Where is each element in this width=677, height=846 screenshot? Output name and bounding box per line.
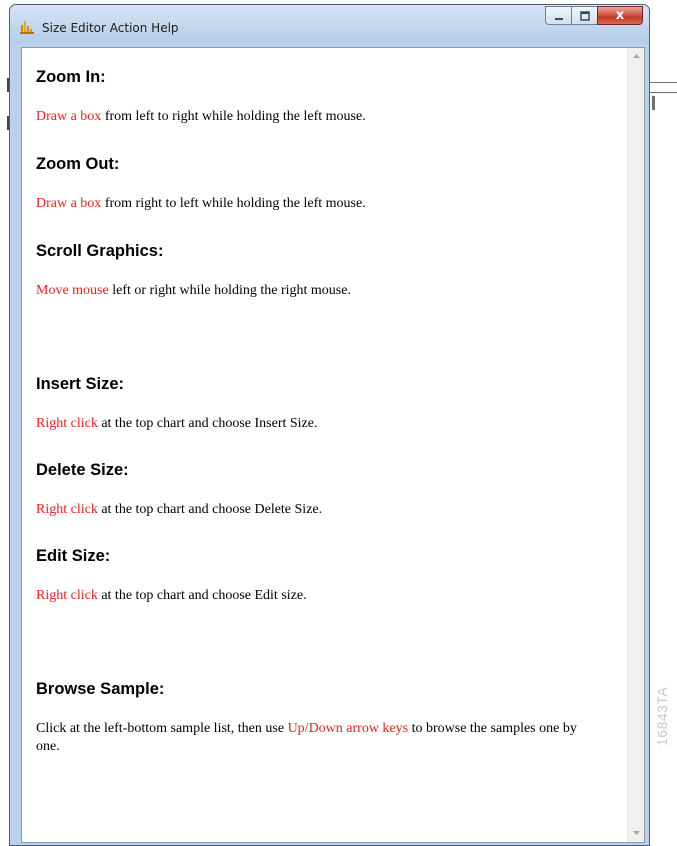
chevron-down-icon <box>632 831 640 835</box>
chart-app-icon <box>20 21 34 34</box>
action-description: at the top chart and choose Edit size. <box>97 588 307 603</box>
section-heading: Browse Sample: <box>36 680 165 698</box>
section-zoom-out: Zoom Out: Draw a box from right to left … <box>36 155 366 213</box>
section-text: Draw a box from right to left while hold… <box>36 195 366 213</box>
scroll-up-button[interactable] <box>628 48 644 65</box>
section-insert-size: Insert Size: Right click at the top char… <box>36 375 317 433</box>
help-window: Size Editor Action Help x Zoom In: Draw … <box>9 4 650 846</box>
section-heading: Zoom In: <box>36 68 106 86</box>
minimize-icon <box>554 17 563 20</box>
section-edit-size: Edit Size: Right click at the top chart … <box>36 547 307 605</box>
title-bar[interactable]: Size Editor Action Help x <box>10 5 649 43</box>
action-highlight: Draw a box <box>36 109 102 124</box>
section-text: Draw a box from left to right while hold… <box>36 108 366 126</box>
section-heading: Scroll Graphics: <box>36 242 164 260</box>
action-highlight: Right click <box>36 502 98 517</box>
section-scroll-graphics: Scroll Graphics: Move mouse left or righ… <box>36 242 351 300</box>
section-text: Right click at the top chart and choose … <box>36 415 317 433</box>
section-text: Click at the left-bottom sample list, th… <box>36 720 596 756</box>
action-description: from left to right while holding the lef… <box>101 109 366 124</box>
scroll-down-button[interactable] <box>628 825 644 842</box>
maximize-icon <box>579 10 590 21</box>
figure-id-watermark: 16843TA <box>654 686 670 746</box>
action-highlight: Draw a box <box>36 196 102 211</box>
section-text: Move mouse left or right while holding t… <box>36 282 351 300</box>
action-highlight: Right click <box>36 588 98 603</box>
section-browse-sample: Browse Sample: Click at the left-bottom … <box>36 680 596 756</box>
section-heading: Zoom Out: <box>36 155 120 173</box>
action-highlight: Move mouse <box>36 283 109 298</box>
close-button[interactable]: x <box>597 6 643 25</box>
section-zoom-in: Zoom In: Draw a box from left to right w… <box>36 68 366 126</box>
close-icon: x <box>615 8 625 23</box>
action-highlight: Up/Down arrow keys <box>287 721 409 736</box>
window-title: Size Editor Action Help <box>42 21 179 35</box>
chevron-up-icon <box>632 54 640 58</box>
help-content-pane[interactable]: Zoom In: Draw a box from left to right w… <box>21 47 645 843</box>
maximize-button[interactable] <box>571 6 597 25</box>
section-heading: Edit Size: <box>36 547 111 565</box>
action-description: from right to left while holding the lef… <box>101 196 366 211</box>
section-text: Right click at the top chart and choose … <box>36 587 307 605</box>
action-description: at the top chart and choose Delete Size. <box>97 502 323 517</box>
action-description: Click at the left-bottom sample list, th… <box>36 721 288 736</box>
section-delete-size: Delete Size: Right click at the top char… <box>36 461 322 519</box>
vertical-scrollbar[interactable] <box>627 48 644 842</box>
caption-buttons: x <box>545 6 643 26</box>
section-heading: Insert Size: <box>36 375 125 393</box>
section-text: Right click at the top chart and choose … <box>36 501 322 519</box>
action-highlight: Right click <box>36 416 98 431</box>
minimize-button[interactable] <box>545 6 571 25</box>
action-description: at the top chart and choose Insert Size. <box>97 416 318 431</box>
action-description: left or right while holding the right mo… <box>108 283 351 298</box>
section-heading: Delete Size: <box>36 461 129 479</box>
